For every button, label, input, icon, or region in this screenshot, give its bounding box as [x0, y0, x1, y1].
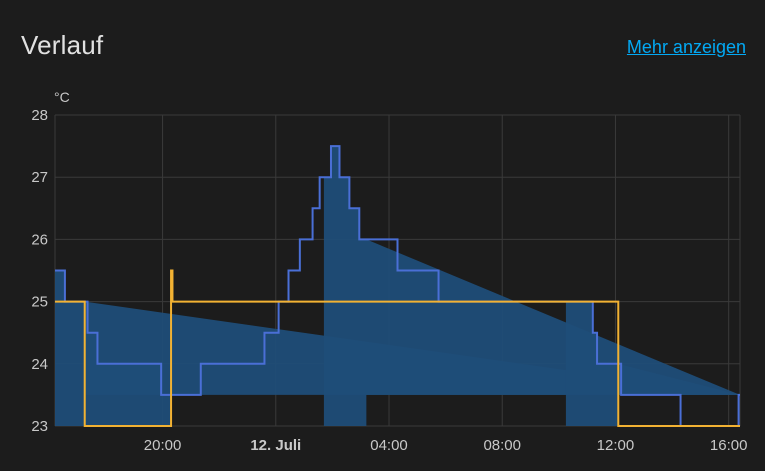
x-tick-label: 16:00 [710, 437, 748, 454]
x-tick-label: 12:00 [597, 437, 635, 454]
heating-areas [55, 146, 741, 426]
y-tick-label: 23 [31, 418, 48, 435]
x-axis-ticks: 20:00 12. Juli 04:00 08:00 12:00 16:00 [144, 437, 748, 454]
y-tick-label: 27 [31, 169, 48, 186]
y-axis-ticks: 23 24 25 26 27 28 [31, 107, 48, 435]
x-tick-label: 04:00 [370, 437, 408, 454]
x-tick-label: 12. Juli [250, 437, 301, 454]
y-tick-label: 26 [31, 231, 48, 248]
y-tick-label: 28 [31, 107, 48, 124]
x-tick-label: 20:00 [144, 437, 182, 454]
x-tick-label: 08:00 [483, 437, 521, 454]
y-tick-label: 24 [31, 356, 48, 373]
y-axis-unit: °C [54, 89, 70, 105]
history-chart: °C 23 24 25 26 27 28 20:00 12. Juli 04:00 08:00 1… [31, 89, 748, 454]
y-tick-label: 25 [31, 294, 48, 311]
